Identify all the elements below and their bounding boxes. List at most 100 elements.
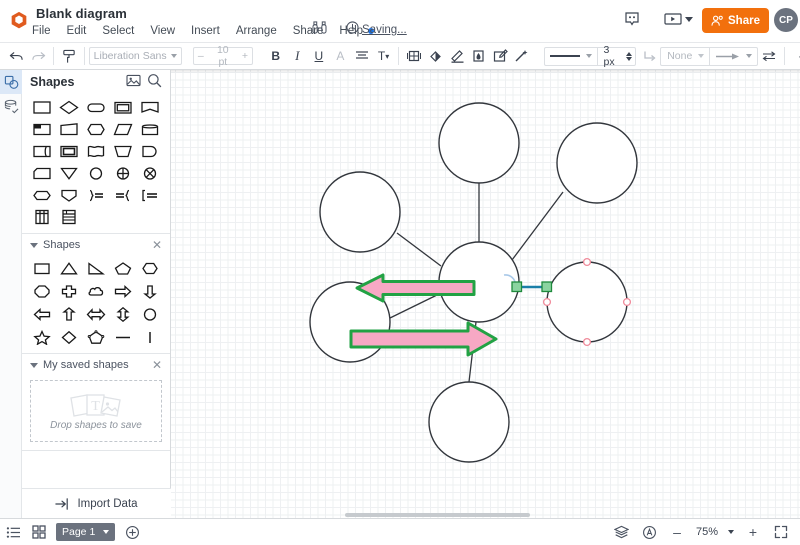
shape-delay[interactable]: [137, 141, 164, 161]
shape-circle-plus[interactable]: [110, 163, 137, 183]
save-status-label[interactable]: Saving...: [362, 24, 407, 36]
shape-cylinder-top[interactable]: [137, 119, 164, 139]
shape-document[interactable]: [137, 97, 164, 117]
chevron-down-icon[interactable]: [585, 54, 592, 58]
shape-process[interactable]: [110, 97, 137, 117]
line-style-group[interactable]: 3 px: [543, 44, 636, 68]
shape-arrow-left[interactable]: [28, 304, 55, 324]
shape-pentagon[interactable]: [110, 258, 137, 278]
comment-icon[interactable]: [624, 11, 640, 27]
shape-rectangle[interactable]: [28, 97, 55, 117]
text-format-button[interactable]: T ▾: [373, 45, 395, 67]
menu-view[interactable]: View: [142, 24, 183, 38]
shape-rounded-rect[interactable]: [82, 97, 109, 117]
shape-cloud[interactable]: [82, 281, 109, 301]
bold-button[interactable]: B: [265, 45, 287, 67]
avatar[interactable]: CP: [774, 8, 798, 32]
zoom-out-button[interactable]: –: [664, 519, 690, 545]
shape-arrow-left-right[interactable]: [82, 304, 109, 324]
shape-internal-storage[interactable]: [28, 141, 55, 161]
line-start-group[interactable]: None: [660, 46, 759, 66]
underline-button[interactable]: U: [308, 45, 330, 67]
shape-arrow-up[interactable]: [55, 304, 82, 324]
search-icon[interactable]: [147, 73, 162, 91]
shape-brace-right[interactable]: [82, 185, 109, 205]
shape-hexagon[interactable]: [82, 119, 109, 139]
binoculars-icon[interactable]: [312, 21, 327, 34]
shape-brace-left[interactable]: [110, 185, 137, 205]
shape-circle[interactable]: [82, 163, 109, 183]
selected-edge[interactable]: [511, 281, 553, 293]
format-painter-button[interactable]: [58, 45, 80, 67]
font-size-stepper[interactable]: – 10 pt +: [192, 44, 254, 68]
add-page-button[interactable]: [119, 519, 145, 545]
shape-horizontal-line[interactable]: [110, 327, 137, 347]
shape-arrow-right[interactable]: [110, 281, 137, 301]
canvas-horizontal-scrollbar[interactable]: [345, 513, 530, 517]
line-width-stepper[interactable]: 3 px: [598, 44, 635, 68]
redo-button[interactable]: [28, 45, 50, 67]
document-title[interactable]: Blank diagram: [36, 6, 127, 21]
shape-star-pentagon[interactable]: [82, 327, 109, 347]
shape-hexagon[interactable]: [137, 258, 164, 278]
italic-button[interactable]: I: [287, 45, 309, 67]
shape-trapezoid[interactable]: [110, 141, 137, 161]
magic-wand-button[interactable]: [511, 45, 533, 67]
shape-arrow-up-down[interactable]: [110, 304, 137, 324]
shape-circle[interactable]: [137, 304, 164, 324]
chevron-down-icon[interactable]: [30, 362, 38, 368]
shape-star[interactable]: [28, 327, 55, 347]
shape-wave-document[interactable]: [82, 141, 109, 161]
shape-card[interactable]: [28, 163, 55, 183]
font-size-increase[interactable]: +: [238, 50, 252, 62]
shape-arrow-down[interactable]: [137, 281, 164, 301]
rail-database-button[interactable]: [0, 94, 22, 118]
shape-right-triangle[interactable]: [82, 258, 109, 278]
present-dropdown-caret[interactable]: [685, 17, 693, 22]
align-button[interactable]: [351, 45, 373, 67]
menu-file[interactable]: File: [32, 24, 59, 38]
font-color-button[interactable]: A: [330, 45, 352, 67]
outline-panel-button[interactable]: [636, 519, 662, 545]
shape-triangle-down[interactable]: [55, 163, 82, 183]
menu-arrange[interactable]: Arrange: [228, 24, 285, 38]
chevron-down-icon[interactable]: [103, 530, 110, 534]
diagram-canvas[interactable]: [171, 70, 800, 518]
pages-grid-button[interactable]: [26, 519, 52, 545]
shape-circle-x[interactable]: [137, 163, 164, 183]
line-color-button[interactable]: [446, 45, 468, 67]
menu-select[interactable]: Select: [94, 24, 142, 38]
shape-hexagon-flat[interactable]: [28, 185, 55, 205]
layers-button[interactable]: [608, 519, 634, 545]
shape-diamond[interactable]: [55, 97, 82, 117]
zoom-level-label[interactable]: 75%: [692, 526, 722, 538]
menu-insert[interactable]: Insert: [183, 24, 228, 38]
shape-table-grid[interactable]: [28, 207, 55, 227]
line-end-swatch[interactable]: [710, 52, 746, 61]
menu-edit[interactable]: Edit: [59, 24, 95, 38]
share-button[interactable]: Share: [702, 8, 769, 33]
import-data-button[interactable]: Import Data: [22, 488, 171, 518]
fill-color-button[interactable]: [425, 45, 447, 67]
shape-list-table[interactable]: [55, 207, 82, 227]
chevron-down-icon[interactable]: [30, 242, 38, 248]
present-icon[interactable]: [664, 12, 682, 26]
font-size-decrease[interactable]: –: [194, 50, 208, 62]
draw-logo-icon[interactable]: [8, 10, 30, 32]
saved-shapes-dropzone[interactable]: T Drop shapes to save: [30, 380, 162, 442]
shape-triangle[interactable]: [55, 258, 82, 278]
zoom-in-button[interactable]: +: [740, 519, 766, 545]
shape-parallelogram[interactable]: [110, 119, 137, 139]
fullscreen-button[interactable]: [768, 519, 794, 545]
waypoints-button[interactable]: [639, 45, 661, 67]
shape-note[interactable]: [28, 119, 55, 139]
section-saved-shapes-header[interactable]: My saved shapes ✕: [22, 354, 170, 376]
zoom-dropdown-caret[interactable]: [728, 530, 734, 534]
shape-step[interactable]: [55, 141, 82, 161]
chevron-down-icon[interactable]: [698, 54, 705, 58]
shape-bracket-left[interactable]: [137, 185, 164, 205]
close-icon[interactable]: ✕: [152, 359, 162, 371]
section-shapes-header[interactable]: Shapes ✕: [22, 234, 170, 256]
shadow-button[interactable]: [468, 45, 490, 67]
shape-parallelogram-left[interactable]: [55, 119, 82, 139]
